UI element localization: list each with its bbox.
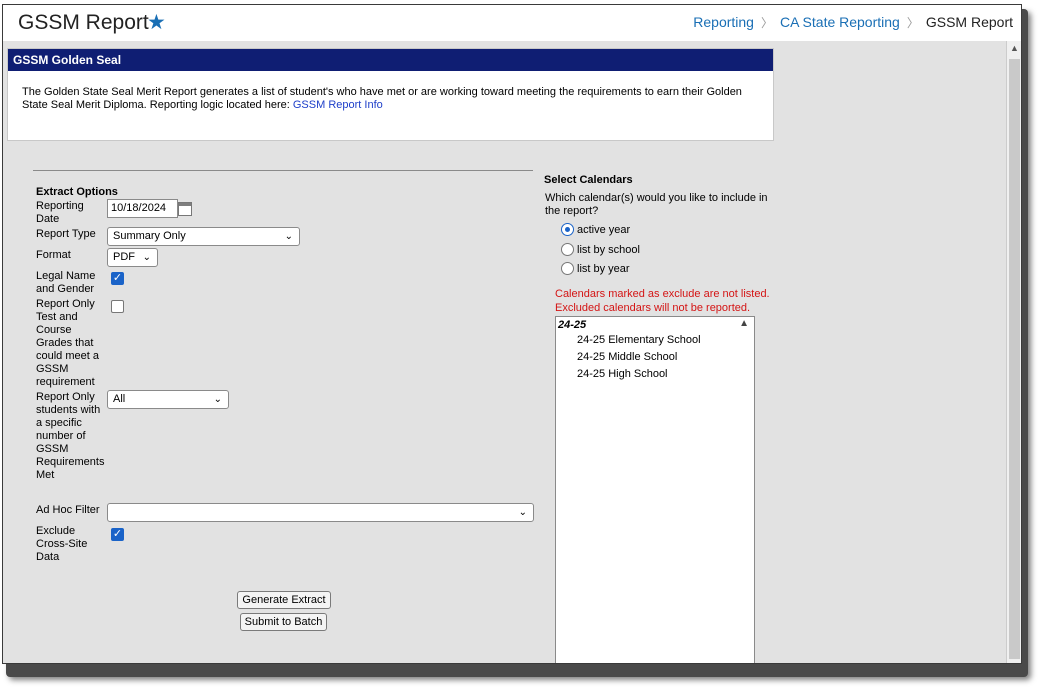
report-only-students-label: Report Only students with a specific num…: [36, 391, 105, 481]
generate-extract-button[interactable]: Generate Extract: [237, 591, 331, 609]
submit-to-batch-button[interactable]: Submit to Batch: [240, 613, 327, 631]
requirements-met-value: All: [113, 393, 126, 405]
adhoc-filter-select[interactable]: ⌄: [107, 503, 534, 522]
report-only-test-label: Report Only Test and Course Grades that …: [36, 298, 99, 388]
favorite-star-icon[interactable]: ★: [147, 10, 166, 35]
reporting-date-label: Reporting Date: [36, 200, 84, 225]
chevron-down-icon: ⌄: [284, 231, 293, 242]
chevron-down-icon: ⌄: [142, 252, 151, 263]
chevron-down-icon: ⌄: [213, 394, 222, 405]
calendar-group-label: 24-25: [558, 319, 587, 331]
chevron-right-icon: 〉: [906, 16, 919, 30]
radio-active-year[interactable]: [561, 223, 574, 236]
breadcrumb: Reporting 〉 CA State Reporting 〉 GSSM Report: [693, 14, 1013, 31]
reporting-date-input[interactable]: 10/18/2024: [107, 199, 178, 218]
format-label: Format: [36, 249, 71, 261]
calendar-icon[interactable]: [178, 202, 192, 216]
main-content: GSSM Golden Seal The Golden State Seal M…: [3, 41, 1006, 663]
requirements-met-select[interactable]: All ⌄: [107, 390, 229, 409]
scroll-thumb[interactable]: [1009, 59, 1020, 659]
calendar-question: Which calendar(s) would you like to incl…: [545, 192, 768, 217]
breadcrumb-current: GSSM Report: [925, 14, 1013, 30]
gssm-info-panel: GSSM Golden Seal The Golden State Seal M…: [7, 48, 774, 141]
breadcrumb-ca-state-reporting[interactable]: CA State Reporting: [780, 14, 900, 30]
radio-active-year-label: active year: [577, 224, 631, 236]
report-only-test-checkbox[interactable]: [111, 300, 124, 313]
gssm-report-info-link[interactable]: GSSM Report Info: [293, 99, 383, 111]
legal-name-label: Legal Name and Gender: [36, 270, 96, 295]
select-calendars-title: Select Calendars: [544, 174, 633, 186]
calendar-item-elementary[interactable]: 24-25 Elementary School: [577, 334, 701, 346]
page-scrollbar[interactable]: ▲: [1006, 41, 1021, 663]
format-value: PDF: [113, 251, 135, 263]
scroll-up-icon[interactable]: ▲: [739, 318, 749, 329]
adhoc-filter-label: Ad Hoc Filter: [36, 504, 100, 516]
exclude-cross-site-checkbox[interactable]: ✓: [111, 528, 124, 541]
radio-list-by-school[interactable]: [561, 243, 574, 256]
radio-list-by-school-label: list by school: [577, 244, 640, 256]
scroll-up-arrow-icon[interactable]: ▲: [1010, 43, 1019, 53]
legal-name-checkbox[interactable]: ✓: [111, 272, 124, 285]
section-divider: [33, 170, 533, 171]
calendar-item-high[interactable]: 24-25 High School: [577, 368, 668, 380]
page-title: GSSM Report: [18, 11, 149, 34]
calendar-warning-not-reported: Excluded calendars will not be reported.: [555, 302, 751, 314]
breadcrumb-reporting[interactable]: Reporting: [693, 14, 754, 30]
report-type-select[interactable]: Summary Only ⌄: [107, 227, 300, 246]
page-header: GSSM Report ★ Reporting 〉 CA State Reporti…: [3, 5, 1021, 41]
format-select[interactable]: PDF ⌄: [107, 248, 158, 267]
chevron-right-icon: 〉: [760, 16, 773, 30]
calendar-listbox[interactable]: 24-25 ▲ 24-25 Elementary School 24-25 Mi…: [555, 316, 755, 663]
radio-list-by-year-label: list by year: [577, 263, 630, 275]
report-type-value: Summary Only: [113, 230, 186, 242]
extract-options-title: Extract Options: [36, 186, 118, 198]
chevron-down-icon: ⌄: [518, 507, 527, 518]
panel-description: The Golden State Seal Merit Report gener…: [8, 71, 773, 112]
calendar-warning-excluded-not-listed: Calendars marked as exclude are not list…: [555, 288, 770, 300]
report-type-label: Report Type: [36, 228, 96, 240]
radio-list-by-year[interactable]: [561, 262, 574, 275]
panel-title: GSSM Golden Seal: [8, 49, 773, 71]
app-window: GSSM Report ★ Reporting 〉 CA State Reporti…: [2, 4, 1022, 664]
calendar-item-middle[interactable]: 24-25 Middle School: [577, 351, 677, 363]
exclude-cross-site-label: Exclude Cross-Site Data: [36, 525, 88, 563]
